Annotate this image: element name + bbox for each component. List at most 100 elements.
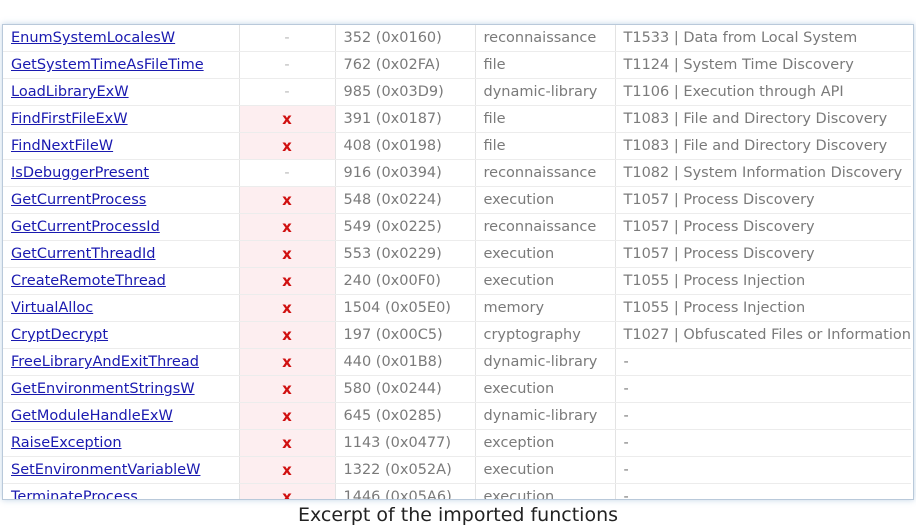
function-name-link[interactable]: GetCurrentThreadId <box>11 246 155 262</box>
technique-cell: T1055 | Process Injection <box>615 294 911 322</box>
technique-cell: T1083 | File and Directory Discovery <box>615 105 911 133</box>
ordinal-cell: 762 (0x02FA) <box>335 51 476 79</box>
flag-x-icon: x <box>282 299 292 317</box>
flag-x-icon: x <box>282 407 292 425</box>
table-row: FreeLibraryAndExitThread x 440 (0x01B8) dyn… <box>3 348 911 376</box>
ordinal-cell: 1504 (0x05E0) <box>335 294 476 322</box>
function-name-link[interactable]: IsDebuggerPresent <box>11 165 149 181</box>
page: EnumSystemLocalesW -352 (0x0160) reconnais… <box>0 0 916 530</box>
ordinal-cell: 408 (0x0198) <box>335 132 476 160</box>
flag-cell: x <box>239 483 336 500</box>
function-name-link[interactable]: GetCurrentProcess <box>11 192 146 208</box>
flag-cell: - <box>239 78 336 106</box>
ordinal-cell: 352 (0x0160) <box>335 25 476 52</box>
function-name-link[interactable]: CreateRemoteThread <box>11 273 166 289</box>
flag-cell: - <box>239 51 336 79</box>
technique-cell: - <box>615 402 911 430</box>
function-name-link[interactable]: GetModuleHandleExW <box>11 408 173 424</box>
table-row: GetModuleHandleExW x 645 (0x0285) dynamic-l… <box>3 402 911 430</box>
imports-table: EnumSystemLocalesW -352 (0x0160) reconnais… <box>3 25 911 500</box>
ordinal-cell: 440 (0x01B8) <box>335 348 476 376</box>
flag-cell: x <box>239 186 336 214</box>
flag-dash: - <box>284 165 290 181</box>
flag-x-icon: x <box>282 110 292 128</box>
technique-cell: - <box>615 456 911 484</box>
function-name-link[interactable]: VirtualAlloc <box>11 300 93 316</box>
category-cell: dynamic-library <box>475 348 616 376</box>
flag-cell: x <box>239 375 336 403</box>
function-name-link[interactable]: EnumSystemLocalesW <box>11 30 175 46</box>
technique-cell: T1027 | Obfuscated Files or Information <box>615 321 911 349</box>
table-row: SetEnvironmentVariableW x 1322 (0x052A) exe… <box>3 456 911 484</box>
flag-x-icon: x <box>282 218 292 236</box>
technique-cell: T1082 | System Information Discovery <box>615 159 911 187</box>
table-row: GetEnvironmentStringsW x 580 (0x0244) execu… <box>3 375 911 403</box>
table-row: GetCurrentProcess x 548 (0x0224) execution T… <box>3 186 911 214</box>
technique-cell: T1057 | Process Discovery <box>615 240 911 268</box>
function-name-link[interactable]: GetEnvironmentStringsW <box>11 381 195 397</box>
function-name-cell: VirtualAlloc <box>3 294 240 322</box>
flag-cell: - <box>239 159 336 187</box>
flag-dash: - <box>284 84 290 100</box>
category-cell: dynamic-library <box>475 78 616 106</box>
ordinal-cell: 1322 (0x052A) <box>335 456 476 484</box>
category-cell: execution <box>475 240 616 268</box>
function-name-cell: LoadLibraryExW <box>3 78 240 106</box>
category-cell: reconnaissance <box>475 159 616 187</box>
function-name-cell: TerminateProcess <box>3 483 240 499</box>
flag-cell: x <box>239 132 336 160</box>
technique-cell: T1533 | Data from Local System <box>615 25 911 52</box>
technique-cell: T1083 | File and Directory Discovery <box>615 132 911 160</box>
category-cell: execution <box>475 186 616 214</box>
ordinal-cell: 1143 (0x0477) <box>335 429 476 457</box>
flag-x-icon: x <box>282 326 292 344</box>
ordinal-cell: 916 (0x0394) <box>335 159 476 187</box>
function-name-link[interactable]: FindNextFileW <box>11 138 113 154</box>
category-cell: reconnaissance <box>475 25 616 52</box>
imports-table-body: EnumSystemLocalesW -352 (0x0160) reconnais… <box>3 25 911 500</box>
function-name-link[interactable]: FreeLibraryAndExitThread <box>11 354 199 370</box>
technique-cell: - <box>615 348 911 376</box>
ordinal-cell: 391 (0x0187) <box>335 105 476 133</box>
flag-x-icon: x <box>282 272 292 290</box>
technique-cell: - <box>615 483 911 499</box>
function-name-cell: FindFirstFileExW <box>3 105 240 133</box>
function-name-link[interactable]: GetSystemTimeAsFileTime <box>11 57 204 73</box>
technique-cell: - <box>615 375 911 403</box>
table-row: CryptDecrypt x 197 (0x00C5) cryptography T10… <box>3 321 911 349</box>
ordinal-cell: 548 (0x0224) <box>335 186 476 214</box>
function-name-link[interactable]: GetCurrentProcessId <box>11 219 160 235</box>
function-name-cell: RaiseException <box>3 429 240 457</box>
technique-cell: T1057 | Process Discovery <box>615 186 911 214</box>
flag-dash: - <box>284 57 290 73</box>
flag-x-icon: x <box>282 488 292 500</box>
flag-cell: x <box>239 321 336 349</box>
flag-cell: x <box>239 267 336 295</box>
table-row: RaiseException x 1143 (0x0477) exception - <box>3 429 911 457</box>
function-name-cell: IsDebuggerPresent <box>3 159 240 187</box>
table-row: VirtualAlloc x 1504 (0x05E0) memory T1055 | … <box>3 294 911 322</box>
function-name-link[interactable]: CryptDecrypt <box>11 327 108 343</box>
function-name-link[interactable]: LoadLibraryExW <box>11 84 129 100</box>
function-name-cell: GetCurrentProcessId <box>3 213 240 241</box>
imports-table-container: EnumSystemLocalesW -352 (0x0160) reconnais… <box>2 24 914 500</box>
flag-x-icon: x <box>282 191 292 209</box>
table-row: EnumSystemLocalesW - 352 (0x0160) reconnais… <box>3 25 911 52</box>
function-name-cell: GetCurrentThreadId <box>3 240 240 268</box>
function-name-cell: GetModuleHandleExW <box>3 402 240 430</box>
flag-x-icon: x <box>282 245 292 263</box>
ordinal-cell: 197 (0x00C5) <box>335 321 476 349</box>
ordinal-cell: 580 (0x0244) <box>335 375 476 403</box>
function-name-link[interactable]: SetEnvironmentVariableW <box>11 462 200 478</box>
ordinal-cell: 549 (0x0225) <box>335 213 476 241</box>
flag-cell: - <box>239 25 336 52</box>
table-row: LoadLibraryExW - 985 (0x03D9) dynamic-libra… <box>3 78 911 106</box>
function-name-link[interactable]: FindFirstFileExW <box>11 111 128 127</box>
flag-cell: x <box>239 213 336 241</box>
function-name-link[interactable]: TerminateProcess <box>11 489 138 499</box>
table-row: CreateRemoteThread x 240 (0x00F0) execution… <box>3 267 911 295</box>
flag-x-icon: x <box>282 137 292 155</box>
function-name-cell: GetCurrentProcess <box>3 186 240 214</box>
function-name-link[interactable]: RaiseException <box>11 435 122 451</box>
table-row: GetCurrentProcessId x 549 (0x0225) reconnai… <box>3 213 911 241</box>
